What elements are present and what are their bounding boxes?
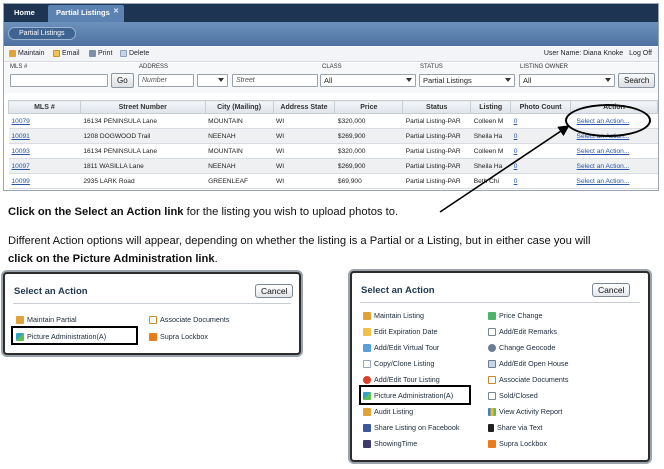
instruction-3-bold: click on the Picture Administration link xyxy=(8,253,215,265)
instruction-2-text: Different Action options will appear, de… xyxy=(8,235,591,247)
price-change-action[interactable]: Price Change xyxy=(488,311,543,320)
copy-icon xyxy=(363,359,371,368)
dialog-title: Select an Action xyxy=(14,286,88,297)
action-label: Supra Lockbox xyxy=(160,332,208,341)
view-activity-report-action[interactable]: View Activity Report xyxy=(488,407,562,416)
action-label: Associate Documents xyxy=(160,315,230,324)
open-house-icon xyxy=(488,359,496,368)
select-action-dialog-partial: Select an Action Cancel Maintain Partial… xyxy=(3,272,301,355)
showingtime-icon xyxy=(363,439,371,448)
remarks-icon xyxy=(488,327,496,336)
document-icon xyxy=(149,315,157,324)
pencil-icon xyxy=(363,311,371,320)
maintain-partial-action[interactable]: Maintain Partial xyxy=(16,315,77,324)
showingtime-action[interactable]: ShowingTime xyxy=(363,439,417,448)
dialog-divider xyxy=(360,302,640,303)
dialog-divider xyxy=(13,303,291,304)
instruction-1-bold: Click on the Select an Action link xyxy=(8,206,184,218)
action-label: Sold/Closed xyxy=(499,391,538,400)
change-geocode-action[interactable]: Change Geocode xyxy=(488,343,555,352)
share-via-text-action[interactable]: Share via Text xyxy=(488,423,542,432)
dialog-title: Select an Action xyxy=(361,285,435,296)
lockbox-icon xyxy=(149,332,157,341)
geocode-icon xyxy=(488,343,496,352)
action-label: View Activity Report xyxy=(499,407,563,416)
instruction-step-1: Click on the Select an Action link for t… xyxy=(8,206,398,218)
action-label: Supra Lockbox xyxy=(499,439,547,448)
action-label: Add/Edit Open House xyxy=(499,359,569,368)
highlight-box xyxy=(11,326,138,345)
cancel-button[interactable]: Cancel xyxy=(592,283,631,297)
add-edit-tour-listing-action[interactable]: Add/Edit Tour Listing xyxy=(363,375,440,384)
audit-icon xyxy=(363,407,371,416)
action-label: Change Geocode xyxy=(499,343,556,352)
action-label: Share Listing on Facebook xyxy=(374,423,460,432)
calendar-icon xyxy=(363,327,371,336)
action-label: Add/Edit Tour Listing xyxy=(374,375,440,384)
action-label: Add/Edit Remarks xyxy=(499,327,557,336)
action-label: Add/Edit Virtual Tour xyxy=(374,343,440,352)
document-icon xyxy=(488,375,496,384)
associate-documents-action[interactable]: Associate Documents xyxy=(149,315,230,324)
pencil-icon xyxy=(16,315,24,324)
add-edit-remarks-action[interactable]: Add/Edit Remarks xyxy=(488,327,557,336)
instruction-step-2: Different Action options will appear, de… xyxy=(8,232,658,268)
supra-lockbox-action[interactable]: Supra Lockbox xyxy=(149,332,208,341)
instruction-1-text: for the listing you wish to upload photo… xyxy=(183,206,399,218)
action-label: Maintain Partial xyxy=(27,315,77,324)
action-label: Share via Text xyxy=(497,423,543,432)
tour-listing-icon xyxy=(363,375,371,384)
sold-closed-action[interactable]: Sold/Closed xyxy=(488,391,538,400)
copy-clone-listing-action[interactable]: Copy/Clone Listing xyxy=(363,359,434,368)
select-action-dialog-listing: Select an Action Cancel Maintain Listing… xyxy=(350,271,650,462)
audit-listing-action[interactable]: Audit Listing xyxy=(363,407,413,416)
action-label: Edit Expiration Date xyxy=(374,327,438,336)
action-label: ShowingTime xyxy=(374,439,418,448)
lockbox-icon xyxy=(488,439,496,448)
action-label: Audit Listing xyxy=(374,407,414,416)
action-label: Copy/Clone Listing xyxy=(374,359,435,368)
add-edit-virtual-tour-action[interactable]: Add/Edit Virtual Tour xyxy=(363,343,439,352)
chart-icon xyxy=(488,407,496,416)
cancel-button[interactable]: Cancel xyxy=(255,284,294,298)
edit-expiration-date-action[interactable]: Edit Expiration Date xyxy=(363,327,438,336)
action-label: Associate Documents xyxy=(499,375,569,384)
price-icon xyxy=(488,311,496,320)
sold-icon xyxy=(488,391,496,400)
instruction-3: click on the Picture Administration link… xyxy=(8,250,658,268)
instruction-3-text: . xyxy=(214,253,218,265)
highlight-box xyxy=(359,385,471,405)
action-label: Price Change xyxy=(499,311,543,320)
supra-lockbox-action[interactable]: Supra Lockbox xyxy=(488,439,547,448)
add-edit-open-house-action[interactable]: Add/Edit Open House xyxy=(488,359,569,368)
share-on-facebook-action[interactable]: Share Listing on Facebook xyxy=(363,423,460,432)
facebook-icon xyxy=(363,423,371,432)
associate-documents-action[interactable]: Associate Documents xyxy=(488,375,569,384)
tour-icon xyxy=(363,343,371,352)
maintain-listing-action[interactable]: Maintain Listing xyxy=(363,311,424,320)
action-label: Maintain Listing xyxy=(374,311,424,320)
phone-icon xyxy=(488,423,494,432)
